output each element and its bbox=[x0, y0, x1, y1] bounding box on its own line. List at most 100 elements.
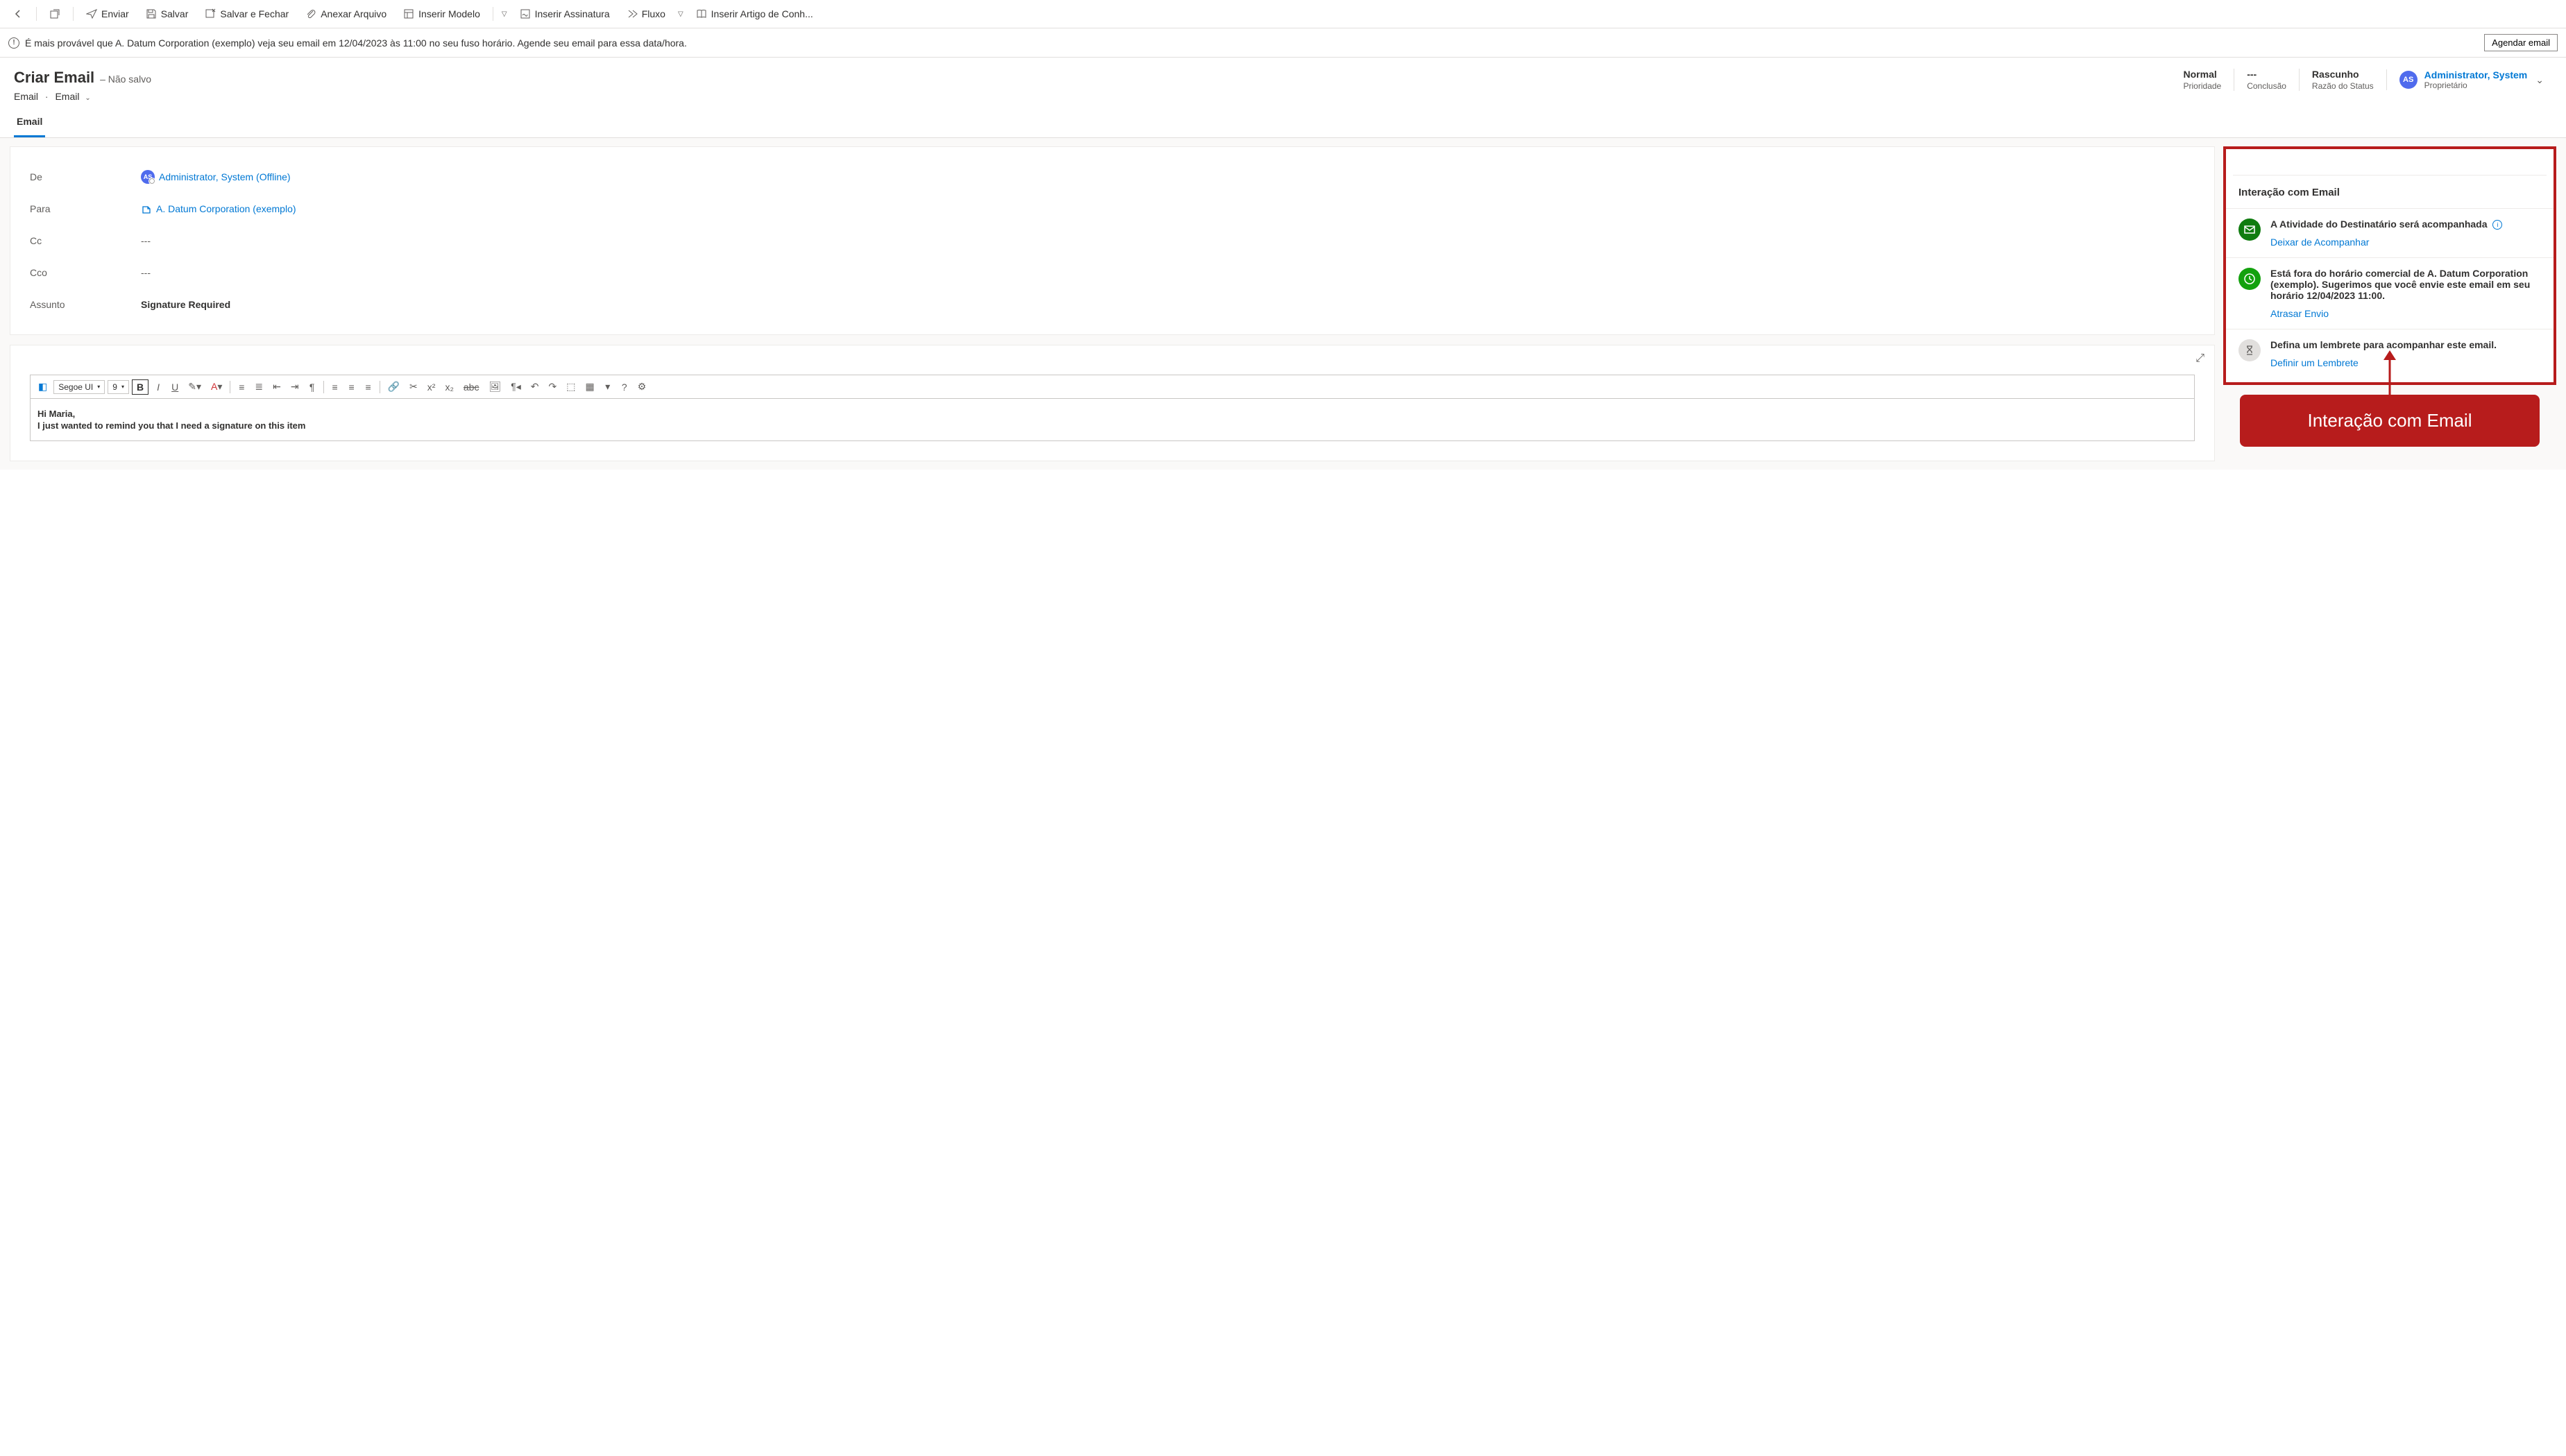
email-body-editor[interactable]: Hi Maria, I just wanted to remind you th… bbox=[30, 399, 2195, 441]
stop-tracking-link[interactable]: Deixar de Acompanhar bbox=[2270, 237, 2541, 248]
font-family-select[interactable]: Segoe UI▾ bbox=[53, 380, 105, 394]
settings-button[interactable]: ⚙ bbox=[634, 378, 650, 395]
align-center-button[interactable]: ≡ bbox=[345, 379, 359, 395]
back-button[interactable] bbox=[6, 4, 31, 24]
info-icon[interactable]: i bbox=[2492, 220, 2502, 230]
from-label: De bbox=[30, 171, 141, 182]
clock-icon bbox=[2238, 268, 2261, 290]
insight-tracking-title: A Atividade do Destinatário será acompan… bbox=[2270, 219, 2488, 230]
arrow-line-icon bbox=[2389, 356, 2391, 397]
insert-article-button[interactable]: Inserir Artigo de Conh... bbox=[689, 4, 820, 24]
signature-icon bbox=[520, 8, 531, 19]
bcc-value[interactable]: --- bbox=[141, 267, 2195, 278]
align-left-button[interactable]: ≡ bbox=[328, 379, 342, 395]
delay-send-link[interactable]: Atrasar Envio bbox=[2270, 308, 2541, 319]
template-dropdown[interactable]: ▽ bbox=[499, 10, 510, 18]
attach-button[interactable]: Anexar Arquivo bbox=[298, 4, 393, 24]
to-value[interactable]: A. Datum Corporation (exemplo) bbox=[141, 203, 2195, 214]
font-color-button[interactable]: A▾ bbox=[207, 378, 226, 395]
annotation-callout: Interação com Email bbox=[2223, 395, 2556, 447]
body-line-2: I just wanted to remind you that I need … bbox=[37, 420, 2187, 431]
undo-button[interactable]: ↶ bbox=[527, 378, 543, 395]
format-painter-icon[interactable]: ◧ bbox=[35, 378, 51, 395]
flow-dropdown[interactable]: ▽ bbox=[675, 10, 686, 18]
outdent-button[interactable]: ⇤ bbox=[269, 378, 284, 395]
subject-label: Assunto bbox=[30, 299, 141, 310]
save-label: Salvar bbox=[161, 8, 189, 19]
help-button[interactable]: ? bbox=[618, 379, 631, 395]
schedule-email-button[interactable]: Agendar email bbox=[2484, 34, 2558, 51]
crumb-form[interactable]: Email bbox=[55, 91, 79, 102]
main-content: De AS Administrator, System (Offline) Pa… bbox=[0, 138, 2566, 470]
more-button[interactable]: ▾ bbox=[601, 378, 615, 395]
tab-email[interactable]: Email bbox=[14, 108, 45, 137]
highlight-button[interactable]: ✎▾ bbox=[185, 378, 205, 395]
bullet-list-button[interactable]: ≡ bbox=[235, 379, 248, 395]
image-button[interactable]: 🖼 bbox=[485, 378, 504, 395]
header-expand-chevron[interactable]: ⌄ bbox=[2527, 74, 2552, 86]
superscript-button[interactable]: x² bbox=[424, 379, 439, 395]
arrow-left-icon bbox=[12, 8, 24, 19]
save-close-icon bbox=[205, 8, 216, 19]
account-icon bbox=[141, 203, 152, 214]
schedule-info-bar: ! É mais provável que A. Datum Corporati… bbox=[0, 28, 2566, 58]
blockquote-button[interactable]: ¶ bbox=[305, 379, 319, 395]
bold-button[interactable]: B bbox=[132, 379, 148, 395]
subscript-button[interactable]: x₂ bbox=[441, 379, 457, 395]
strikethrough-button[interactable]: abc bbox=[460, 379, 483, 395]
insight-tracking: A Atividade do Destinatário será acompan… bbox=[2226, 208, 2554, 257]
email-engagement-panel: Interação com Email A Atividade do Desti… bbox=[2223, 146, 2556, 385]
email-header-card: De AS Administrator, System (Offline) Pa… bbox=[10, 146, 2215, 335]
avatar: AS bbox=[2399, 71, 2418, 89]
insight-business-hours: Está fora do horário comercial de A. Dat… bbox=[2226, 257, 2554, 329]
table-button[interactable]: ▦ bbox=[581, 378, 597, 395]
from-row: De AS Administrator, System (Offline) bbox=[30, 161, 2195, 193]
paperclip-icon bbox=[305, 8, 316, 19]
mail-icon bbox=[2238, 219, 2261, 241]
from-value[interactable]: AS Administrator, System (Offline) bbox=[141, 170, 2195, 184]
cc-value[interactable]: --- bbox=[141, 235, 2195, 246]
insight-hours-title: Está fora do horário comercial de A. Dat… bbox=[2270, 268, 2530, 301]
email-body-card: ⤢ ◧ Segoe UI▾ 9▾ B I U ✎▾ A▾ ≡ ≣ ⇤ ⇥ ¶ ≡… bbox=[10, 345, 2215, 461]
crumb-entity[interactable]: Email bbox=[14, 91, 38, 102]
to-row: Para A. Datum Corporation (exemplo) bbox=[30, 193, 2195, 225]
attach-label: Anexar Arquivo bbox=[321, 8, 386, 19]
flow-button[interactable]: Fluxo bbox=[620, 4, 672, 24]
underline-button[interactable]: U bbox=[168, 379, 182, 395]
separator bbox=[36, 7, 37, 21]
bcc-label: Cco bbox=[30, 267, 141, 278]
font-size-select[interactable]: 9▾ bbox=[108, 380, 129, 394]
save-button[interactable]: Salvar bbox=[139, 4, 196, 24]
redo-button[interactable]: ↷ bbox=[545, 378, 561, 395]
indent-button[interactable]: ⇥ bbox=[287, 378, 303, 395]
direction-button[interactable]: ¶◂ bbox=[507, 378, 525, 395]
insert-template-button[interactable]: Inserir Modelo bbox=[396, 4, 487, 24]
cc-row: Cc --- bbox=[30, 225, 2195, 257]
open-new-icon bbox=[49, 8, 60, 19]
expand-editor-icon[interactable]: ⤢ bbox=[2195, 352, 2204, 365]
clear-format-button[interactable]: ⬚ bbox=[563, 378, 579, 395]
link-button[interactable]: 🔗 bbox=[384, 378, 403, 395]
unlink-button[interactable]: ✂ bbox=[406, 378, 421, 395]
insight-reminder-title: Defina um lembrete para acompanhar este … bbox=[2270, 339, 2497, 350]
page-title: Criar Email bbox=[14, 69, 94, 86]
set-reminder-link[interactable]: Definir um Lembrete bbox=[2270, 357, 2541, 368]
unsaved-indicator: – Não salvo bbox=[100, 74, 151, 85]
owner-block[interactable]: AS Administrator, System Proprietário bbox=[2386, 69, 2528, 90]
send-button[interactable]: Enviar bbox=[79, 4, 136, 24]
info-icon: ! bbox=[8, 37, 19, 49]
number-list-button[interactable]: ≣ bbox=[251, 378, 266, 395]
insert-signature-button[interactable]: Inserir Assinatura bbox=[513, 4, 617, 24]
italic-button[interactable]: I bbox=[151, 379, 165, 395]
rich-text-toolbar: ◧ Segoe UI▾ 9▾ B I U ✎▾ A▾ ≡ ≣ ⇤ ⇥ ¶ ≡ ≡… bbox=[30, 375, 2195, 399]
separator bbox=[73, 7, 74, 21]
align-right-button[interactable]: ≡ bbox=[362, 379, 375, 395]
owner-name: Administrator, System bbox=[2424, 69, 2528, 80]
open-new-button[interactable] bbox=[42, 4, 67, 24]
save-close-button[interactable]: Salvar e Fechar bbox=[198, 4, 296, 24]
subject-value[interactable]: Signature Required bbox=[141, 299, 2195, 310]
cc-label: Cc bbox=[30, 235, 141, 246]
form-selector-chevron[interactable]: ⌄ bbox=[82, 94, 93, 102]
command-bar: Enviar Salvar Salvar e Fechar Anexar Arq… bbox=[0, 0, 2566, 28]
flow-icon bbox=[627, 8, 638, 19]
